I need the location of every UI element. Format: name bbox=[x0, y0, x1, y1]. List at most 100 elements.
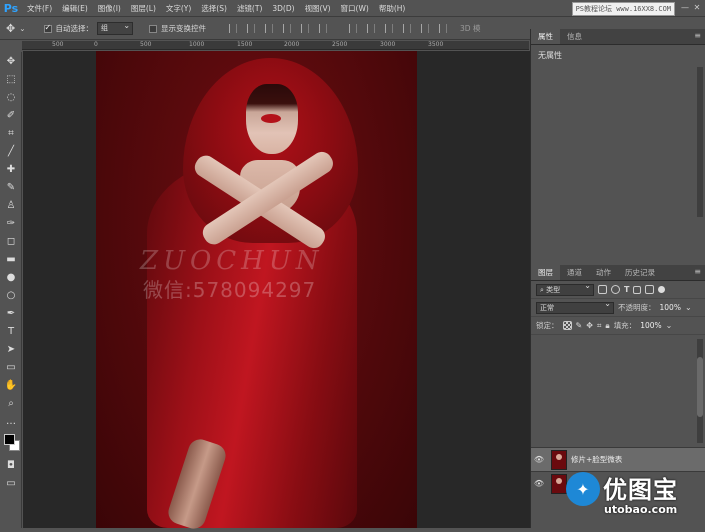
type-icon[interactable]: T bbox=[0, 322, 22, 340]
layers-menu-icon[interactable]: ≡ bbox=[694, 267, 701, 276]
fill-label: 填充： bbox=[613, 321, 637, 330]
move-icon[interactable]: ✥ bbox=[0, 52, 22, 70]
eye-icon[interactable]: 👁︎ bbox=[531, 479, 547, 488]
menu-item[interactable]: 帮助(H) bbox=[374, 0, 411, 17]
bird-logo-icon: ✦ bbox=[566, 472, 600, 506]
opacity-chevron-icon[interactable]: ⌄ bbox=[685, 303, 692, 312]
3d-mode-label: 3D 模 bbox=[460, 24, 481, 33]
menu-item[interactable]: 窗口(W) bbox=[336, 0, 374, 17]
healing-brush-icon[interactable]: ✚ bbox=[0, 160, 22, 178]
quick-select-icon[interactable]: ✐ bbox=[0, 106, 22, 124]
move-tool-icon[interactable]: ✥ bbox=[6, 22, 15, 35]
eraser-icon[interactable]: ◻ bbox=[0, 232, 22, 250]
blur-icon[interactable]: ● bbox=[0, 268, 22, 286]
menu-item[interactable]: 文件(F) bbox=[22, 0, 57, 17]
tab-history[interactable]: 历史记录 bbox=[618, 265, 662, 280]
fill-chevron-icon[interactable]: ⌄ bbox=[666, 321, 673, 330]
photo-lips bbox=[261, 114, 281, 123]
menu-item[interactable]: 图像(I) bbox=[93, 0, 126, 17]
align-bottom-icon[interactable] bbox=[265, 24, 274, 33]
properties-scrollbar[interactable] bbox=[697, 67, 703, 217]
close-icon[interactable]: ✕ bbox=[692, 3, 702, 13]
lock-position-icon[interactable]: ✥ bbox=[586, 321, 593, 330]
foreground-color[interactable] bbox=[4, 434, 15, 445]
stamp-icon[interactable]: ♙ bbox=[0, 196, 22, 214]
fill-value[interactable]: 100% bbox=[640, 321, 661, 330]
more-icon[interactable]: … bbox=[0, 412, 22, 430]
screen-mode-icon[interactable]: ▭ bbox=[0, 474, 22, 492]
lock-all-icon[interactable]: 🔒︎ bbox=[605, 321, 609, 331]
quick-mask-icon[interactable]: ◘ bbox=[0, 456, 22, 474]
minimize-icon[interactable]: — bbox=[680, 3, 690, 13]
layer-row[interactable]: 👁︎ 修片+脸型微表 bbox=[531, 447, 705, 471]
distribute-top-icon[interactable] bbox=[349, 24, 358, 33]
tab-info[interactable]: 信息 bbox=[560, 29, 589, 44]
panel-menu-icon[interactable]: ≡ bbox=[694, 31, 701, 40]
tools-panel: ✥ ⬚ ◌ ✐ ⌗ ╱ ✚ ✎ ♙ ✑ ◻ ▬ ● ○ ✒ T ➤ ▭ ✋ ⌕… ◘ ▭ bbox=[0, 52, 22, 528]
crop-icon[interactable]: ⌗ bbox=[0, 124, 22, 142]
tab-layers[interactable]: 图层 bbox=[531, 265, 560, 280]
layers-scrollbar[interactable] bbox=[697, 339, 703, 443]
layer-filter-select[interactable]: ⌕ 类型 bbox=[536, 281, 594, 296]
align-right-icon[interactable] bbox=[319, 24, 328, 33]
history-brush-icon[interactable]: ✑ bbox=[0, 214, 22, 232]
distribute-right-icon[interactable] bbox=[439, 24, 448, 33]
tab-actions[interactable]: 动作 bbox=[589, 265, 618, 280]
layer-name[interactable]: 修片+脸型微表 bbox=[571, 454, 622, 465]
type-filter-icon[interactable]: T bbox=[624, 285, 629, 294]
ruler-label: 2000 bbox=[284, 41, 300, 48]
ruler-label: 0 bbox=[94, 41, 98, 48]
menu-item[interactable]: 3D(D) bbox=[267, 0, 299, 17]
distribute-left-icon[interactable] bbox=[403, 24, 412, 33]
menu-item[interactable]: 编辑(E) bbox=[57, 0, 93, 17]
menu-item[interactable]: 图层(L) bbox=[126, 0, 161, 17]
align-left-icon[interactable] bbox=[283, 24, 292, 33]
distribute-bottom-icon[interactable] bbox=[385, 24, 394, 33]
lock-transparent-icon[interactable] bbox=[562, 321, 572, 330]
color-swatches bbox=[0, 432, 22, 456]
chevron-down-icon[interactable]: ⌄ bbox=[19, 24, 25, 33]
tab-properties[interactable]: 属性 bbox=[531, 29, 560, 44]
align-vcenter-icon[interactable] bbox=[247, 24, 256, 33]
ruler-label: 3000 bbox=[380, 41, 396, 48]
align-hcenter-icon[interactable] bbox=[301, 24, 310, 33]
gradient-icon[interactable]: ▬ bbox=[0, 250, 22, 268]
adjustment-filter-icon[interactable] bbox=[611, 285, 620, 294]
hand-icon[interactable]: ✋ bbox=[0, 376, 22, 394]
filter-toggle-icon[interactable] bbox=[658, 286, 666, 293]
menu-item[interactable]: 文字(Y) bbox=[161, 0, 196, 17]
align-top-icon[interactable] bbox=[229, 24, 238, 33]
menu-item[interactable]: 视图(V) bbox=[300, 0, 336, 17]
distribute-vcenter-icon[interactable] bbox=[367, 24, 376, 33]
distribute-hcenter-icon[interactable] bbox=[421, 24, 430, 33]
shape-icon[interactable]: ▭ bbox=[0, 358, 22, 376]
photoshop-logo: Ps bbox=[3, 1, 19, 15]
shape-filter-icon[interactable] bbox=[633, 285, 642, 294]
pen-icon[interactable]: ✒ bbox=[0, 304, 22, 322]
layer-thumbnail bbox=[551, 473, 567, 494]
zoom-icon[interactable]: ⌕ bbox=[0, 394, 22, 412]
eyedropper-icon[interactable]: ╱ bbox=[0, 142, 22, 160]
tab-channels[interactable]: 通道 bbox=[560, 265, 589, 280]
pixel-filter-icon[interactable] bbox=[598, 285, 607, 294]
menu-item[interactable]: 选择(S) bbox=[196, 0, 232, 17]
lock-artboard-icon[interactable]: ⌗ bbox=[597, 321, 602, 331]
blend-mode-select[interactable]: 正常 bbox=[536, 299, 614, 314]
lasso-icon[interactable]: ◌ bbox=[0, 88, 22, 106]
lock-paint-icon[interactable]: ✎ bbox=[576, 321, 583, 330]
path-select-icon[interactable]: ➤ bbox=[0, 340, 22, 358]
layers-scroll-thumb[interactable] bbox=[697, 357, 703, 417]
auto-select-checkbox[interactable] bbox=[43, 23, 52, 33]
dodge-icon[interactable]: ○ bbox=[0, 286, 22, 304]
marquee-icon[interactable]: ⬚ bbox=[0, 70, 22, 88]
ruler-label: 500 bbox=[52, 41, 64, 48]
opacity-value[interactable]: 100% bbox=[660, 303, 681, 312]
auto-select-dropdown[interactable]: 组 bbox=[97, 20, 134, 35]
ruler-label: 3500 bbox=[428, 41, 444, 48]
menu-item[interactable]: 滤镜(T) bbox=[232, 0, 267, 17]
brush-icon[interactable]: ✎ bbox=[0, 178, 22, 196]
smart-object-filter-icon[interactable] bbox=[645, 285, 655, 294]
eye-icon[interactable]: 👁︎ bbox=[531, 455, 547, 464]
show-transform-checkbox[interactable] bbox=[149, 24, 158, 33]
blend-row: 正常 不透明度： 100% ⌄ bbox=[531, 299, 705, 317]
